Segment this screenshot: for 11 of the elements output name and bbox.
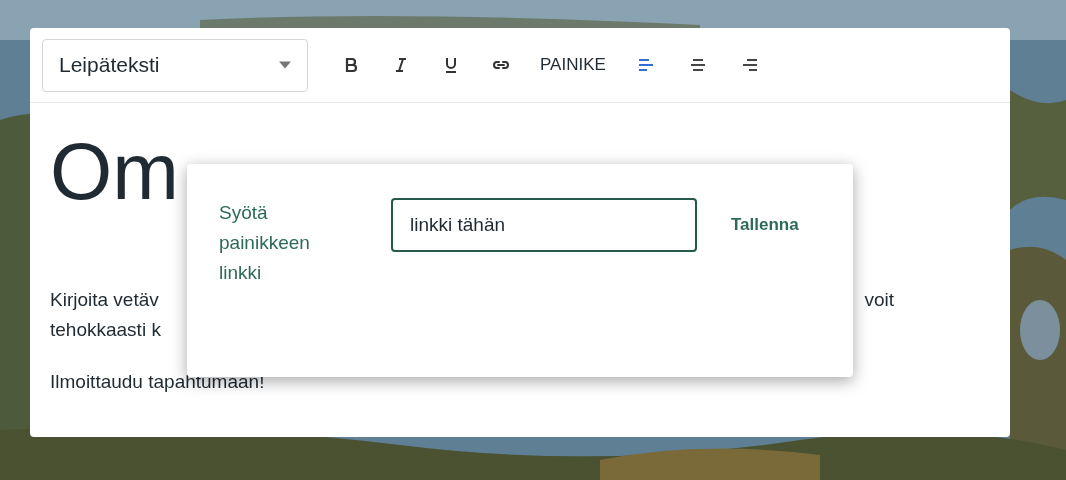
paragraph-text: Ilmoittaudu tapahtumaan! [50,370,265,394]
save-button[interactable]: Tallenna [717,198,813,252]
caret-icon [279,61,291,69]
link-input[interactable]: linkki tähän [391,198,697,252]
text-style-dropdown[interactable]: Leipäteksti [42,38,308,92]
paragraph-text: Kirjoita vetäv [50,288,159,312]
link-label: Syötä painikkeen linkki [219,201,311,285]
heading: Om [50,127,179,217]
paragraph-text: voit [864,288,894,312]
paragraph-text: tehokkaasti k [50,318,161,342]
button-tool[interactable]: PAINIKE [528,45,618,85]
